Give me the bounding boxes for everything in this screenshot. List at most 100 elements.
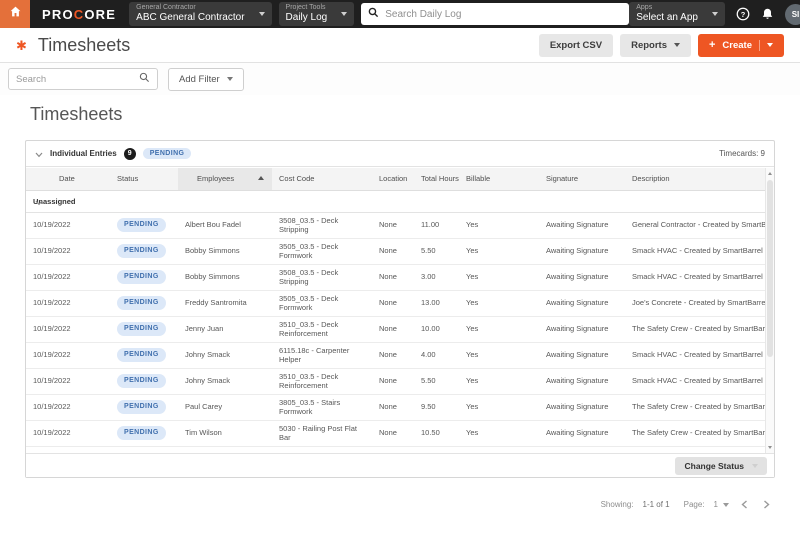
chevron-down-icon <box>752 463 758 468</box>
cell-billable: Yes <box>459 316 539 343</box>
panel-footer: Change Status <box>26 453 774 477</box>
chevron-down-icon <box>723 502 729 507</box>
column-header-cost-code[interactable]: Cost Code <box>272 168 372 191</box>
home-button[interactable] <box>0 0 30 28</box>
cell-location: None <box>372 290 414 317</box>
global-search <box>361 3 630 25</box>
cell-location: None <box>372 368 414 395</box>
table-row[interactable]: 10/19/2022 PENDING Paul Carey 3805_03.5 … <box>26 394 765 421</box>
table-row[interactable]: 10/19/2022 PENDING Jenny Juan 3510_03.5 … <box>26 316 765 343</box>
cell-date: 10/19/2022 <box>26 316 110 343</box>
table-search-input[interactable] <box>16 73 139 85</box>
page-select[interactable]: 1 <box>714 500 729 509</box>
cell-employee: Bobby Simmons <box>178 238 272 265</box>
individual-entries-panel: Individual Entries 9 PENDING Timecards: … <box>25 140 775 478</box>
cell-description: Smack HVAC - Created by SmartBarrel on <box>625 342 765 369</box>
company-dropdown-value: ABC General Contractor <box>136 12 245 24</box>
cell-billable: Yes <box>459 420 539 447</box>
cell-date: 10/19/2022 <box>26 290 110 317</box>
cell-signature: Awaiting Signature <box>539 238 625 265</box>
column-header-total-hours[interactable]: Total Hours <box>414 168 459 191</box>
export-csv-button[interactable]: Export CSV <box>538 33 614 57</box>
create-button[interactable]: + Create <box>697 33 784 57</box>
section-header: Individual Entries 9 PENDING Timecards: … <box>26 141 774 167</box>
user-avatar[interactable]: SI <box>784 3 800 25</box>
cell-date: 10/19/2022 <box>26 238 110 265</box>
status-badge: PENDING <box>117 400 166 414</box>
status-badge: PENDING <box>117 218 166 232</box>
column-header-signature[interactable]: Signature <box>539 168 625 191</box>
cell-billable: Yes <box>459 342 539 369</box>
cell-billable: Yes <box>459 368 539 395</box>
cell-location: None <box>372 264 414 291</box>
table-row[interactable]: 10/19/2022 PENDING Johny Smack 6115.18c … <box>26 342 765 369</box>
cell-billable: Yes <box>459 264 539 291</box>
cell-signature: Awaiting Signature <box>539 420 625 447</box>
chevron-down-icon <box>258 12 265 16</box>
column-header-status[interactable]: Status <box>110 168 178 191</box>
reports-button[interactable]: Reports <box>620 33 691 57</box>
section-title: Individual Entries <box>50 149 117 158</box>
scroll-up-icon[interactable] <box>768 172 772 175</box>
notifications-bell-icon[interactable] <box>761 7 774 21</box>
table-row[interactable]: 10/19/2022 PENDING Bobby Simmons 3505_03… <box>26 238 765 265</box>
cell-cost-code: 3505_03.5 - Deck Formwork <box>272 238 372 265</box>
cell-status: PENDING <box>110 368 178 395</box>
project-tools-dropdown[interactable]: Project Tools Daily Log <box>278 2 355 26</box>
previous-page-button[interactable] <box>738 500 751 509</box>
company-dropdown[interactable]: General Contractor ABC General Contracto… <box>129 2 272 26</box>
column-header-billable[interactable]: Billable <box>459 168 539 191</box>
table-row[interactable]: 10/19/2022 PENDING Johny Smack 3510_03.5… <box>26 368 765 395</box>
table-row[interactable]: 10/19/2022 PENDING Tim Wilson 5030 - Rai… <box>26 420 765 447</box>
apps-dropdown[interactable]: Apps Select an App <box>629 2 725 26</box>
column-header-description[interactable]: Description <box>625 168 765 191</box>
procore-logo[interactable]: PROCORE <box>42 7 116 22</box>
status-badge: PENDING <box>117 374 166 388</box>
cell-signature: Awaiting Signature <box>539 316 625 343</box>
cell-status: PENDING <box>110 420 178 447</box>
section-status-badge: PENDING <box>142 148 192 159</box>
column-header-date[interactable]: Date <box>26 168 110 191</box>
scrollbar-thumb[interactable] <box>767 180 773 357</box>
table-row[interactable]: 10/19/2022 PENDING Albert Bou Fadel 3508… <box>26 212 765 239</box>
collapse-chevron-icon[interactable] <box>35 145 43 163</box>
cell-cost-code: 5030 - Railing Post Flat Bar <box>272 420 372 447</box>
page-header: ✱ Timesheets Export CSV Reports + Create <box>0 28 800 63</box>
cell-description: General Contractor - Created by SmartBar… <box>625 212 765 239</box>
cell-date: 10/19/2022 <box>26 394 110 421</box>
chevron-down-icon <box>341 12 348 16</box>
cell-location: None <box>372 394 414 421</box>
change-status-button[interactable]: Change Status <box>675 456 767 475</box>
cell-cost-code: 3510_03.5 - Deck Reinforcement <box>272 368 372 395</box>
cell-total-hours: 10.00 <box>414 316 459 343</box>
table-row[interactable]: 10/19/2022 PENDING Freddy Santromita 350… <box>26 290 765 317</box>
group-row-unassigned[interactable]: Unassigned <box>26 190 765 213</box>
top-navigation-bar: PROCORE General Contractor ABC General C… <box>0 0 800 28</box>
collapse-chevron-icon <box>35 199 43 208</box>
global-search-input[interactable] <box>385 8 623 20</box>
timecards-count: Timecards: 9 <box>719 149 765 158</box>
table-scrollbar[interactable] <box>765 168 774 453</box>
status-badge: PENDING <box>117 270 166 284</box>
cell-status: PENDING <box>110 290 178 317</box>
cell-employee: Freddy Santromita <box>178 290 272 317</box>
timesheets-table: Date Status Employees Cost Code Location… <box>26 168 765 453</box>
column-header-location[interactable]: Location <box>372 168 414 191</box>
add-filter-button[interactable]: Add Filter <box>168 67 244 91</box>
scroll-down-icon[interactable] <box>768 446 772 449</box>
cell-description: Smack HVAC - Created by SmartBarrel on <box>625 238 765 265</box>
main-heading: Timesheets <box>30 104 123 124</box>
cell-description: Smack HVAC - Created by SmartBarrel on <box>625 264 765 291</box>
next-page-button[interactable] <box>760 500 773 509</box>
cell-location: None <box>372 212 414 239</box>
status-badge: PENDING <box>117 348 166 362</box>
table-row[interactable]: 10/19/2022 PENDING Bobby Simmons 3508_03… <box>26 264 765 291</box>
cell-signature: Awaiting Signature <box>539 368 625 395</box>
cell-description: Smack HVAC - Created by SmartBarrel on <box>625 368 765 395</box>
help-icon[interactable]: ? <box>736 7 750 21</box>
cell-signature: Awaiting Signature <box>539 342 625 369</box>
cell-total-hours: 5.50 <box>414 368 459 395</box>
column-header-employees[interactable]: Employees <box>178 168 272 191</box>
status-badge: PENDING <box>117 322 166 336</box>
cell-cost-code: 3505_03.5 - Deck Formwork <box>272 290 372 317</box>
